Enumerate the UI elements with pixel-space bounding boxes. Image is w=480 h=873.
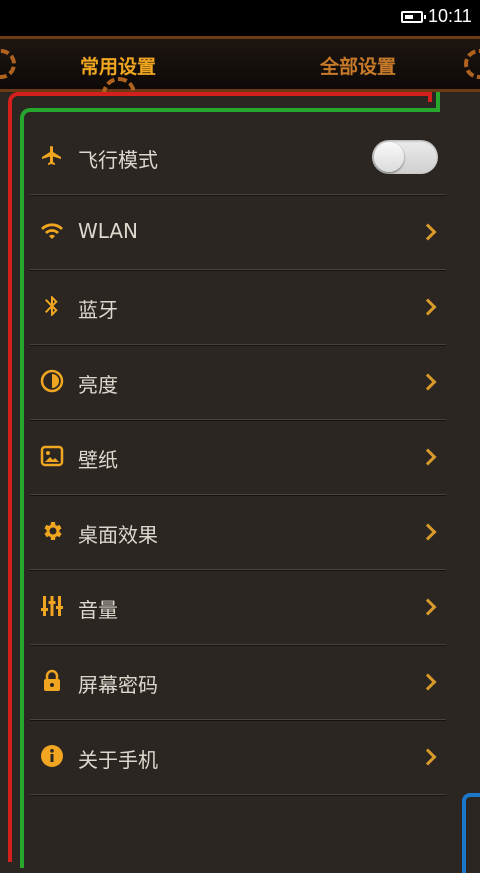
decorative-green-line xyxy=(436,92,440,112)
tab-all-settings[interactable]: 全部设置 xyxy=(320,52,396,79)
bluetooth-icon xyxy=(45,296,58,316)
settings-item-airplane-mode[interactable]: 飞行模式 xyxy=(30,120,446,195)
settings-item-label: 壁纸 xyxy=(78,448,118,472)
battery-icon xyxy=(401,11,426,23)
wifi-icon xyxy=(41,223,63,239)
airplane-mode-toggle[interactable] xyxy=(372,140,438,174)
settings-item-wlan[interactable]: WLAN xyxy=(30,195,446,270)
settings-item-label: 飞行模式 xyxy=(78,148,158,172)
decorative-red-line xyxy=(428,92,432,102)
tab-common-settings[interactable]: 常用设置 xyxy=(80,52,156,79)
status-time: 10:11 xyxy=(428,6,472,26)
gear-icon xyxy=(44,522,62,540)
chevron-right-icon xyxy=(419,748,437,766)
settings-item-about-phone[interactable]: 关于手机 xyxy=(30,720,446,795)
settings-item-label: WLAN xyxy=(78,219,139,243)
decorative-blue-line xyxy=(462,793,480,873)
settings-item-label: 亮度 xyxy=(78,373,118,397)
equalizer-icon xyxy=(41,596,63,616)
settings-item-bluetooth[interactable]: 蓝牙 xyxy=(30,270,446,345)
settings-item-wallpaper[interactable]: 壁纸 xyxy=(30,420,446,495)
settings-item-label: 蓝牙 xyxy=(78,298,118,322)
info-icon xyxy=(41,745,63,767)
gear-decoration-icon xyxy=(464,49,480,79)
settings-item-label: 桌面效果 xyxy=(78,523,158,547)
chevron-right-icon xyxy=(419,523,437,541)
toggle-knob xyxy=(374,142,404,172)
settings-item-volume[interactable]: 音量 xyxy=(30,570,446,645)
chevron-right-icon xyxy=(419,298,437,316)
gear-decoration-icon xyxy=(0,49,16,79)
settings-item-label: 关于手机 xyxy=(78,748,158,772)
gear-decoration-icon xyxy=(102,77,136,93)
settings-item-label: 屏幕密码 xyxy=(78,673,158,697)
lock-icon xyxy=(44,669,60,691)
chevron-right-icon xyxy=(419,373,437,391)
settings-item-screen-password[interactable]: 屏幕密码 xyxy=(30,645,446,720)
settings-list: 飞行模式 WLAN 蓝牙 亮度 壁纸 桌面效果 音量 屏幕密码 关于手机 xyxy=(30,120,446,795)
chevron-right-icon xyxy=(419,673,437,691)
chevron-right-icon xyxy=(419,448,437,466)
brightness-icon xyxy=(40,369,64,393)
status-bar: 10:11 xyxy=(0,0,480,36)
wallpaper-icon xyxy=(40,445,64,467)
settings-item-desktop-effects[interactable]: 桌面效果 xyxy=(30,495,446,570)
chevron-right-icon xyxy=(419,223,437,241)
settings-item-brightness[interactable]: 亮度 xyxy=(30,345,446,420)
airplane-icon xyxy=(42,146,61,165)
settings-item-label: 音量 xyxy=(78,598,118,622)
chevron-right-icon xyxy=(419,598,437,616)
tab-bar: 常用设置 全部设置 xyxy=(0,36,480,93)
